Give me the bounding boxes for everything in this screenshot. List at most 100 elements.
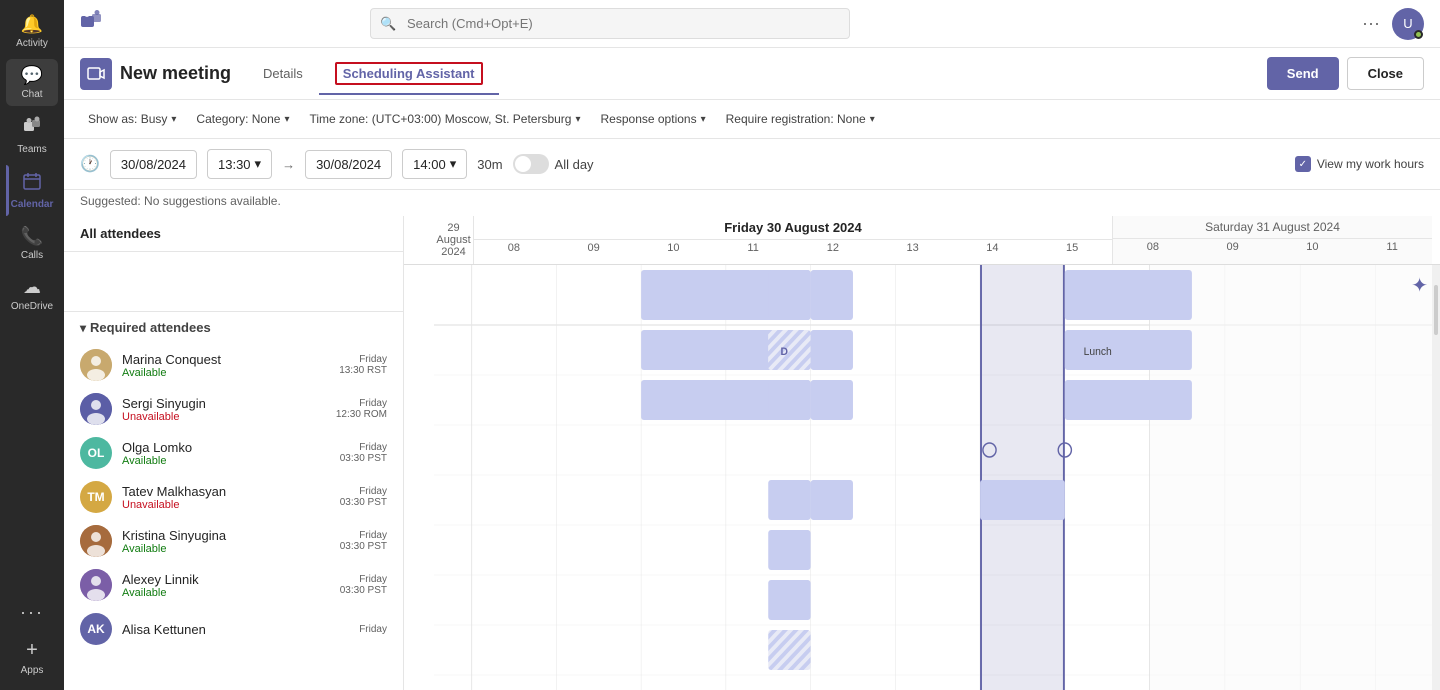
more-options-icon[interactable]: ··· — [1362, 13, 1380, 34]
end-date-input[interactable]: 30/08/2024 — [305, 150, 392, 179]
search-icon: 🔍 — [380, 16, 396, 32]
sidebar: 🔔 Activity 💬 Chat Teams Calendar 📞 Calls… — [0, 0, 64, 690]
registration-chevron: ▾ — [870, 114, 875, 125]
tab-scheduling-assistant[interactable]: Scheduling Assistant — [319, 52, 499, 95]
search-input[interactable] — [370, 8, 850, 39]
sat-hour-08: 08 — [1113, 239, 1193, 255]
onedrive-icon: ☁ — [23, 277, 41, 298]
start-date-value: 30/08/2024 — [121, 157, 186, 172]
hour-label-08: 08 — [474, 240, 554, 256]
search-bar: 🔍 — [370, 8, 850, 39]
sidebar-item-calendar[interactable]: Calendar — [6, 165, 58, 216]
sidebar-item-chat[interactable]: 💬 Chat — [6, 59, 58, 106]
attendee-name: Alisa Kettunen — [122, 622, 349, 637]
avatar: AK — [80, 613, 112, 645]
view-work-hours[interactable]: ✓ View my work hours — [1295, 156, 1424, 172]
calls-icon: 📞 — [21, 226, 43, 247]
all-attendees-header: All attendees — [64, 216, 403, 252]
close-button[interactable]: Close — [1347, 57, 1424, 90]
attendee-name: Alexey Linnik — [122, 572, 330, 587]
category-option[interactable]: Category: None ▾ — [188, 108, 297, 130]
allday-toggle[interactable]: All day — [513, 154, 594, 174]
start-time-select[interactable]: 13:30 ▾ — [207, 149, 272, 179]
attendee-info: Alisa Kettunen — [122, 622, 349, 637]
list-item: OL Olga Lomko Available Friday03:30 PST — [64, 431, 403, 475]
timezone-option[interactable]: Time zone: (UTC+03:00) Moscow, St. Peter… — [301, 108, 588, 130]
avatar — [80, 349, 112, 381]
friday-label: Friday 30 August 2024 — [474, 216, 1112, 240]
list-item: Sergi Sinyugin Unavailable Friday12:30 R… — [64, 387, 403, 431]
more-icon: ··· — [20, 602, 44, 623]
all-attendees-spacer — [64, 252, 403, 312]
calendar-area: All attendees ▾ Required attendees Marin… — [64, 216, 1440, 690]
allday-label: All day — [555, 157, 594, 172]
sat-hour-09: 09 — [1193, 239, 1273, 255]
category-label: Category: None — [196, 112, 280, 126]
end-time-select[interactable]: 14:00 ▾ — [402, 149, 467, 179]
attendee-info: Alexey Linnik Available — [122, 572, 330, 599]
scrollbar[interactable] — [1432, 265, 1440, 690]
calendar-day-headers: 29 August 2024 Friday 30 August 2024 08 … — [404, 216, 1440, 265]
meeting-actions: Send Close — [1267, 57, 1424, 90]
meeting-icon — [80, 58, 112, 90]
attendee-info: Tatev Malkhasyan Unavailable — [122, 484, 330, 511]
hour-label-13: 13 — [873, 240, 953, 256]
registration-option[interactable]: Require registration: None ▾ — [718, 108, 883, 130]
attendee-status: Available — [122, 543, 330, 555]
show-as-option[interactable]: Show as: Busy ▾ — [80, 108, 184, 130]
view-work-hours-label: View my work hours — [1317, 157, 1424, 171]
end-time-chevron: ▾ — [450, 156, 457, 172]
main-content: 🔍 ··· U New meeting Details Scheduling A… — [64, 0, 1440, 690]
show-as-chevron: ▾ — [171, 114, 176, 125]
end-time-value: 14:00 — [413, 157, 446, 172]
sidebar-label-activity: Activity — [16, 38, 48, 49]
sidebar-label-apps: Apps — [21, 665, 44, 676]
list-item: AK Alisa Kettunen Friday — [64, 607, 403, 651]
start-time-chevron: ▾ — [255, 156, 262, 172]
friday-header: Friday 30 August 2024 08 09 10 11 12 13 … — [474, 216, 1113, 264]
list-item: Kristina Sinyugina Available Friday03:30… — [64, 519, 403, 563]
response-options[interactable]: Response options ▾ — [593, 108, 714, 130]
sidebar-item-more[interactable]: ··· — [6, 596, 58, 629]
topbar: 🔍 ··· U — [64, 0, 1440, 48]
hour-label-12: 12 — [793, 240, 873, 256]
sidebar-item-teams[interactable]: Teams — [6, 110, 58, 161]
calendar-body[interactable]: D Lunch — [404, 265, 1440, 690]
duration-value: 30m — [477, 157, 502, 172]
time-empty-row — [404, 265, 434, 325]
sat-hour-11: 11 — [1352, 239, 1432, 255]
apps-icon: + — [26, 639, 38, 662]
activity-icon: 🔔 — [21, 14, 43, 35]
required-section: ▾ Required attendees Marina Conquest Ava… — [64, 312, 403, 651]
attendee-info: Kristina Sinyugina Available — [122, 528, 330, 555]
sidebar-label-chat: Chat — [21, 89, 42, 100]
grid-svg-container: D Lunch — [434, 265, 1432, 690]
sidebar-item-apps[interactable]: + Apps — [6, 633, 58, 682]
all-attendees-label: All attendees — [80, 226, 161, 241]
meeting-tabs: Details Scheduling Assistant — [247, 52, 498, 95]
calendar-icon — [22, 171, 42, 196]
timezone-chevron: ▾ — [575, 114, 580, 125]
response-chevron: ▾ — [701, 114, 706, 125]
scheduling-tab-label: Scheduling Assistant — [335, 62, 483, 85]
sidebar-item-activity[interactable]: 🔔 Activity — [6, 8, 58, 55]
attendee-status: Available — [122, 455, 330, 467]
start-date-input[interactable]: 30/08/2024 — [110, 150, 197, 179]
user-avatar[interactable]: U — [1392, 8, 1424, 40]
allday-switch[interactable] — [513, 154, 549, 174]
attendee-status: Unavailable — [122, 411, 326, 423]
view-work-hours-checkbox[interactable]: ✓ — [1295, 156, 1311, 172]
required-attendees-label: ▾ Required attendees — [64, 312, 403, 343]
tab-details[interactable]: Details — [247, 52, 319, 95]
saturday-label: Saturday 31 August 2024 — [1113, 216, 1432, 239]
send-button[interactable]: Send — [1267, 57, 1339, 90]
sidebar-item-onedrive[interactable]: ☁ OneDrive — [6, 271, 58, 318]
chat-icon: 💬 — [21, 65, 43, 86]
calendar-grid: 29 August 2024 Friday 30 August 2024 08 … — [404, 216, 1440, 690]
attendee-time: Friday12:30 ROM — [336, 398, 387, 420]
start-time-value: 13:30 — [218, 157, 251, 172]
sidebar-item-calls[interactable]: 📞 Calls — [6, 220, 58, 267]
response-label: Response options — [601, 112, 697, 126]
sparkle-icon: ✦ — [1411, 273, 1428, 298]
sidebar-label-calendar: Calendar — [11, 199, 54, 210]
